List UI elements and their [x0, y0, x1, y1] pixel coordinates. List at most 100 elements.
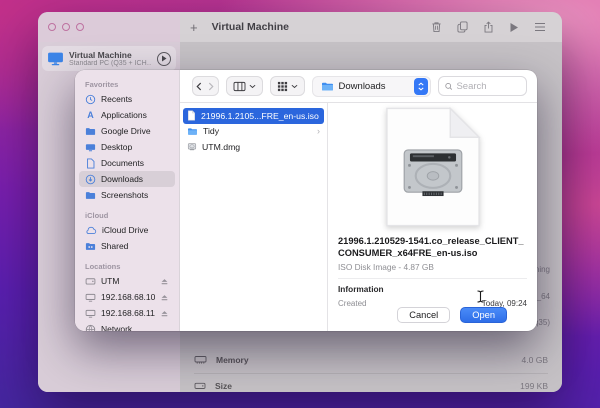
- column-view-icon: [233, 81, 246, 92]
- globe-icon: [85, 324, 96, 332]
- chevron-left-icon: [196, 82, 202, 91]
- dialog-toolbar: Downloads: [180, 70, 537, 103]
- sidebar-item-utm[interactable]: UTM: [79, 273, 175, 289]
- network-computer-icon: [85, 292, 96, 303]
- forward-button[interactable]: [205, 77, 217, 95]
- icon-view-button[interactable]: [270, 76, 305, 96]
- folder-icon: [321, 81, 334, 92]
- vm-list-item[interactable]: Virtual Machine Standard PC (Q35 + ICH…: [42, 46, 176, 71]
- file-list: 21996.1.2105...FRE_en-us.iso Tidy ›: [180, 103, 328, 331]
- chevron-down-icon: [291, 84, 298, 89]
- utm-titlebar: + Virtual Machine: [38, 12, 562, 42]
- titlebar-right: + Virtual Machine: [180, 12, 562, 42]
- favorites-section-title: Favorites: [75, 77, 179, 91]
- nav-buttons: [192, 76, 219, 96]
- sidebar-item-desktop[interactable]: Desktop: [79, 139, 175, 155]
- applications-icon: A: [85, 110, 96, 120]
- finder-sidebar: Favorites Recents A Applications Google …: [75, 70, 180, 331]
- sidebar-item-network[interactable]: Network: [79, 321, 175, 331]
- sidebar-item-shared[interactable]: Shared: [79, 238, 175, 254]
- memory-label: Memory: [216, 355, 249, 365]
- external-drive-icon: [85, 276, 96, 287]
- share-icon[interactable]: [483, 21, 494, 33]
- vm-subtitle: Standard PC (Q35 + ICH…: [69, 60, 152, 67]
- eject-icon[interactable]: [160, 309, 169, 318]
- cancel-button[interactable]: Cancel: [397, 307, 450, 323]
- location-label: Downloads: [339, 81, 409, 92]
- clone-icon[interactable]: [457, 21, 468, 33]
- sidebar-item-192-168-68-111[interactable]: 192.168.68.111: [79, 305, 175, 321]
- folder-icon: [187, 127, 198, 136]
- trash-icon[interactable]: [431, 21, 442, 33]
- location-stepper[interactable]: [414, 78, 428, 95]
- eject-icon[interactable]: [160, 293, 169, 302]
- sidebar-item-applications[interactable]: A Applications: [79, 107, 175, 123]
- folder-icon: [85, 126, 96, 137]
- size-row: Size 199 KB: [194, 374, 548, 392]
- sidebar-item-192-168-68-100[interactable]: 192.168.68.100: [79, 289, 175, 305]
- file-row-tidy[interactable]: Tidy ›: [183, 124, 324, 140]
- new-vm-button[interactable]: +: [184, 20, 204, 35]
- vm-name: Virtual Machine: [69, 50, 152, 60]
- shared-folder-icon: [85, 241, 96, 252]
- sidebar-item-documents[interactable]: Documents: [79, 155, 175, 171]
- zoom-button[interactable]: [76, 23, 84, 31]
- memory-icon: [194, 355, 207, 365]
- clock-icon: [85, 94, 96, 105]
- network-computer-icon: [85, 308, 96, 319]
- folder-icon: [85, 190, 96, 201]
- vm-play-button[interactable]: [157, 52, 171, 66]
- play-icon: [161, 55, 167, 62]
- drive-icon: [194, 381, 206, 391]
- close-button[interactable]: [48, 23, 56, 31]
- sidebar-item-recents[interactable]: Recents: [79, 91, 175, 107]
- downloads-icon: [85, 174, 96, 185]
- disk-image-file-icon: [187, 142, 197, 152]
- titlebar-left: [38, 12, 180, 42]
- sidebar-item-downloads[interactable]: Downloads: [79, 171, 175, 187]
- file-preview-icon: [328, 103, 537, 231]
- search-field[interactable]: [438, 76, 527, 96]
- memory-value: 4.0 GB: [522, 355, 548, 365]
- text-cursor: [476, 290, 485, 303]
- grid-view-icon: [277, 81, 288, 92]
- preview-kind-size: ISO Disk Image - 4.87 GB: [338, 262, 527, 272]
- window-title: Virtual Machine: [212, 21, 289, 33]
- chevron-down-icon: [249, 84, 256, 89]
- sidebar-item-google-drive[interactable]: Google Drive: [79, 123, 175, 139]
- column-view-button[interactable]: [226, 76, 263, 96]
- minimize-button[interactable]: [62, 23, 70, 31]
- memory-row: Memory 4.0 GB: [194, 348, 548, 372]
- sidebar-item-icloud-drive[interactable]: iCloud Drive: [79, 222, 175, 238]
- chevron-right-icon: ›: [317, 126, 320, 136]
- search-icon: [445, 82, 453, 91]
- sidebar-item-screenshots[interactable]: Screenshots: [79, 187, 175, 203]
- information-heading: Information: [328, 279, 537, 294]
- search-input[interactable]: [456, 81, 520, 92]
- created-label: Created: [338, 299, 366, 308]
- preview-filename: 21996.1.210529-1541.co_release_CLIENT_CO…: [338, 235, 527, 259]
- document-file-icon: [187, 110, 196, 121]
- back-button[interactable]: [193, 77, 205, 95]
- hard-drive-icon: [403, 149, 463, 197]
- document-icon: [85, 158, 96, 169]
- monitor-icon: [47, 52, 64, 66]
- open-button[interactable]: Open: [460, 307, 507, 323]
- open-file-dialog: Favorites Recents A Applications Google …: [75, 70, 537, 331]
- chevron-right-icon: [208, 82, 214, 91]
- file-row-iso[interactable]: 21996.1.2105...FRE_en-us.iso: [183, 108, 324, 124]
- cloud-icon: [85, 226, 97, 235]
- chevron-up-icon: [418, 82, 424, 86]
- size-value: 199 KB: [520, 381, 548, 391]
- location-dropdown[interactable]: Downloads: [312, 76, 431, 97]
- file-row-utm-dmg[interactable]: UTM.dmg: [183, 139, 324, 155]
- run-icon[interactable]: [509, 22, 519, 33]
- size-label: Size: [215, 381, 232, 391]
- icloud-section-title: iCloud: [75, 208, 179, 222]
- list-toggle-icon[interactable]: [534, 22, 546, 32]
- eject-icon[interactable]: [160, 277, 169, 286]
- preview-pane: 21996.1.210529-1541.co_release_CLIENT_CO…: [328, 103, 537, 331]
- locations-section-title: Locations: [75, 259, 179, 273]
- desktop-icon: [85, 142, 96, 153]
- chevron-down-icon: [418, 87, 424, 91]
